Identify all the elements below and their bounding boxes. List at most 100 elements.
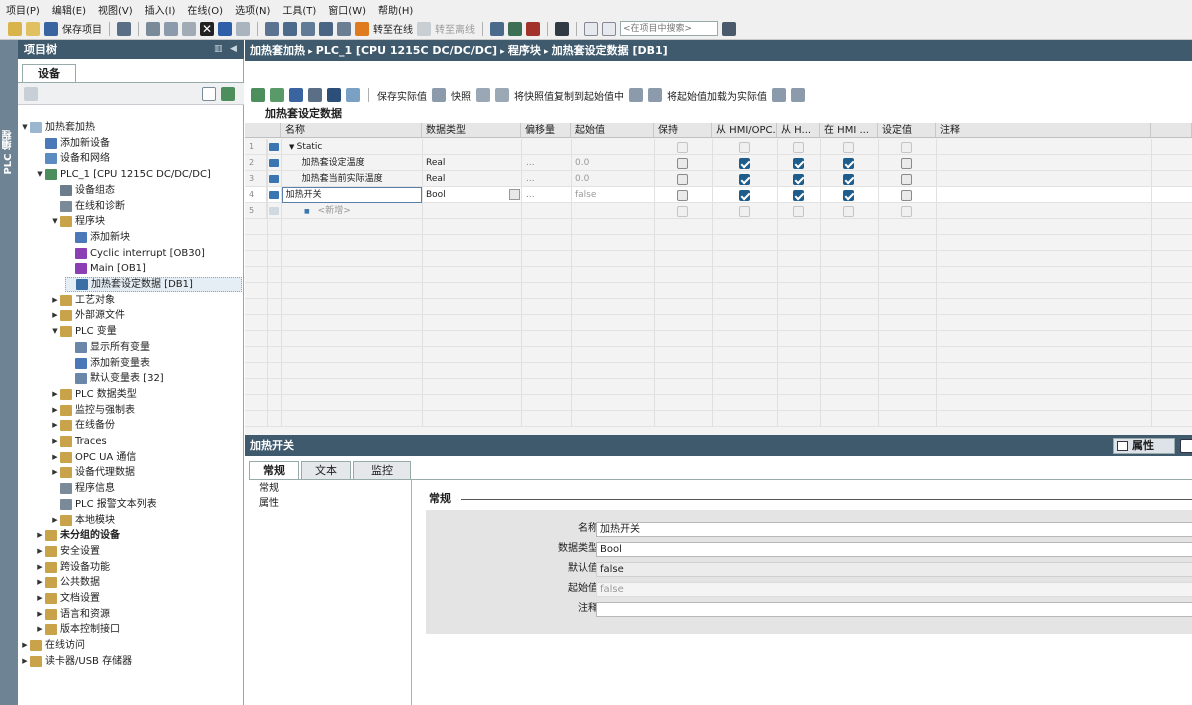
tree-item[interactable]: ▶ 文档设置 bbox=[35, 591, 100, 606]
tree-item[interactable]: 添加新变量表 bbox=[65, 356, 150, 371]
cell-datatype[interactable]: Bool bbox=[422, 187, 521, 203]
expand-arrow-icon[interactable]: ▶ bbox=[50, 387, 60, 402]
tree-item[interactable]: 显示所有变量 bbox=[65, 340, 150, 355]
load-start-icon[interactable] bbox=[629, 88, 643, 102]
tree-item[interactable]: ▶ 安全设置 bbox=[35, 544, 100, 559]
split-vertical-icon[interactable] bbox=[602, 21, 616, 36]
menu-item[interactable]: 窗口(W) bbox=[328, 2, 366, 17]
menu-item[interactable]: 插入(I) bbox=[145, 2, 176, 17]
load-icon[interactable] bbox=[337, 21, 351, 36]
setpoint-checkbox[interactable] bbox=[901, 142, 912, 153]
expand-arrow-icon[interactable]: ▶ bbox=[50, 434, 60, 449]
stop-cpu-icon[interactable] bbox=[526, 21, 540, 36]
menu-item[interactable]: 选项(N) bbox=[235, 2, 270, 17]
collapse-arrow-icon[interactable]: ▼ bbox=[289, 143, 297, 151]
tree-item[interactable]: 默认变量表 [32] bbox=[65, 371, 164, 386]
tree-item[interactable]: ▶ 本地模块 bbox=[50, 513, 115, 528]
datatype-dropdown-icon[interactable] bbox=[509, 189, 520, 200]
table-row[interactable]: 5 ■ <新增> bbox=[245, 203, 1192, 219]
hmi-writeable-checkbox[interactable] bbox=[843, 158, 854, 169]
hmi-visible-checkbox[interactable] bbox=[793, 174, 804, 185]
tree-item[interactable]: ▶ 未分组的设备 bbox=[35, 528, 120, 543]
menu-item[interactable]: 项目(P) bbox=[6, 2, 40, 17]
tab-devices[interactable]: 设备 bbox=[22, 64, 76, 83]
hmi-accessible-checkbox[interactable] bbox=[739, 190, 750, 201]
tree-item[interactable]: ▼ PLC 变量 bbox=[50, 324, 117, 339]
open-project-icon[interactable] bbox=[26, 21, 40, 36]
hmi-accessible-checkbox[interactable] bbox=[739, 158, 750, 169]
cross-reference-icon[interactable] bbox=[555, 21, 569, 36]
redo-icon[interactable] bbox=[236, 21, 250, 36]
breadcrumb-item[interactable]: 加热套设定数据 [DB1] bbox=[552, 44, 668, 57]
breadcrumb-item[interactable]: 加热套加热 bbox=[250, 44, 305, 57]
hmi-visible-checkbox[interactable] bbox=[793, 142, 804, 153]
add-row-icon[interactable] bbox=[270, 88, 284, 102]
setpoint-checkbox[interactable] bbox=[901, 174, 912, 185]
tree-view-icon[interactable] bbox=[24, 87, 38, 101]
hmi-writeable-checkbox[interactable] bbox=[843, 174, 854, 185]
project-search-input[interactable] bbox=[620, 21, 718, 36]
tree-item[interactable]: ▶ 跨设备功能 bbox=[35, 560, 110, 575]
column-header[interactable]: 从 HMI/OPC... bbox=[712, 123, 777, 138]
collapse-arrow-icon[interactable]: ▼ bbox=[50, 324, 60, 339]
tab-general[interactable]: 常规 bbox=[249, 461, 299, 479]
compile-icon[interactable] bbox=[265, 21, 279, 36]
cell-datatype[interactable]: Real bbox=[422, 171, 521, 187]
retain-checkbox[interactable] bbox=[677, 158, 688, 169]
menu-item[interactable]: 在线(O) bbox=[187, 2, 223, 17]
tree-item[interactable]: ▼ PLC_1 [CPU 1215C DC/DC/DC] bbox=[35, 167, 211, 182]
split-horizontal-icon[interactable] bbox=[584, 21, 598, 36]
field-input[interactable] bbox=[596, 602, 1192, 617]
cell-name[interactable]: ■加热开关 bbox=[282, 187, 422, 203]
tree-item[interactable]: Cyclic interrupt [OB30] bbox=[65, 246, 205, 261]
insert-row-icon[interactable] bbox=[251, 88, 265, 102]
expand-arrow-icon[interactable]: ▶ bbox=[35, 560, 45, 575]
cell-start-value[interactable]: 0.0 bbox=[571, 155, 654, 171]
field-input[interactable]: Bool bbox=[596, 542, 1192, 557]
tree-item[interactable]: 添加新块 bbox=[65, 230, 130, 245]
plc-programming-side-tab[interactable]: PLC 编程 bbox=[0, 40, 18, 705]
cell-start-value[interactable]: false bbox=[571, 187, 654, 203]
tree-item[interactable]: 添加新设备 bbox=[35, 136, 110, 151]
column-header[interactable]: 注释 bbox=[936, 123, 1151, 138]
breadcrumb-item[interactable]: PLC_1 [CPU 1215C DC/DC/DC] bbox=[316, 44, 497, 57]
expand-arrow-icon[interactable]: ▶ bbox=[35, 575, 45, 590]
tree-item[interactable]: ▶ 工艺对象 bbox=[50, 293, 115, 308]
tree-item[interactable]: ▶ 读卡器/USB 存储器 bbox=[20, 654, 132, 669]
load-start-as-actual-button[interactable]: 将起始值加载为实际值 bbox=[667, 88, 767, 103]
detail-view-icon[interactable] bbox=[202, 87, 216, 101]
tree-item[interactable]: ▶ 设备代理数据 bbox=[50, 465, 135, 480]
expand-arrow-icon[interactable]: ▶ bbox=[35, 528, 45, 543]
collapse-arrow-icon[interactable]: ▼ bbox=[20, 120, 30, 135]
column-header[interactable] bbox=[1151, 123, 1192, 138]
table-row[interactable]: 1 ▼ Static bbox=[245, 139, 1192, 155]
cell-name[interactable]: ■ <新增> bbox=[300, 203, 422, 219]
new-project-icon[interactable] bbox=[8, 21, 22, 36]
table-row[interactable]: 4 ■加热开关Bool... false bbox=[245, 187, 1192, 203]
setpoint-checkbox[interactable] bbox=[901, 190, 912, 201]
retain-checkbox[interactable] bbox=[677, 190, 688, 201]
column-header[interactable]: 起始值 bbox=[571, 123, 654, 138]
cell-start-value[interactable] bbox=[571, 139, 654, 155]
expand-arrow-icon[interactable]: ▶ bbox=[35, 544, 45, 559]
collapse-arrow-icon[interactable]: ▼ bbox=[50, 214, 60, 229]
hmi-accessible-checkbox[interactable] bbox=[739, 142, 750, 153]
copy-snapshot-to-start-button[interactable]: 将快照值复制到起始值中 bbox=[514, 88, 624, 103]
download-icon[interactable] bbox=[283, 21, 297, 36]
expand-arrow-icon[interactable]: ▶ bbox=[50, 450, 60, 465]
tree-item[interactable]: 程序信息 bbox=[50, 481, 115, 496]
retain-checkbox[interactable] bbox=[677, 142, 688, 153]
tree-item[interactable]: 在线和诊断 bbox=[50, 199, 125, 214]
hmi-visible-checkbox[interactable] bbox=[793, 206, 804, 217]
expand-arrow-icon[interactable]: ▶ bbox=[50, 293, 60, 308]
tree-item[interactable]: ▶ 公共数据 bbox=[35, 575, 100, 590]
properties-button[interactable]: 属性 bbox=[1113, 438, 1175, 454]
column-header[interactable]: 从 H... bbox=[777, 123, 820, 138]
expand-all-icon[interactable] bbox=[289, 88, 303, 102]
collapse-panel-icon[interactable]: ◀ bbox=[230, 44, 240, 54]
menu-item[interactable]: 视图(V) bbox=[98, 2, 133, 17]
tree-item[interactable]: ▶ 外部源文件 bbox=[50, 308, 125, 323]
menu-item[interactable]: 帮助(H) bbox=[378, 2, 413, 17]
copy-snapshot-alt-icon[interactable] bbox=[495, 88, 509, 102]
cell-name[interactable]: ▼ Static bbox=[285, 139, 422, 155]
